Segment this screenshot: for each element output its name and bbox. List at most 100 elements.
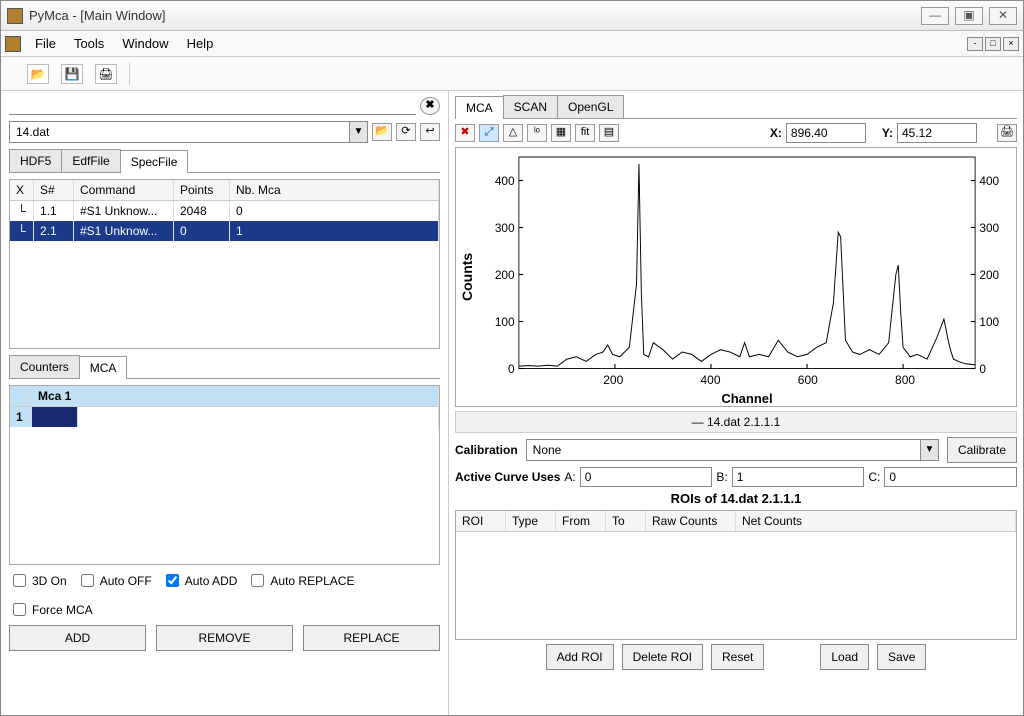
calibration-arrow[interactable]: ▼ [920,440,938,460]
col-nbmca[interactable]: Nb. Mca [230,180,439,200]
svg-text:200: 200 [495,268,515,282]
check-3d[interactable]: 3D On [9,571,67,590]
mca-table: Mca 1 1 [9,385,440,565]
table-row[interactable]: └ 1.1 #S1 Unknow... 2048 0 [10,201,439,221]
plot-toolbar: ✖ ⤢ △ ˡᵒ ▦ fit ▤ X: 896.40 Y: 45.12 🖨 [455,123,1017,143]
refresh-button[interactable]: ⟳ [396,123,416,141]
left-pane: ✖ 14.dat ▼ 📂 ⟳ ↩ HDF5 EdfFile SpecFile X [1,91,449,715]
tab-mca[interactable]: MCA [79,356,128,379]
file-row: 14.dat ▼ 📂 ⟳ ↩ [9,121,440,143]
tab-specfile[interactable]: SpecFile [120,150,189,173]
svg-text:400: 400 [979,174,999,188]
check-forcemca[interactable]: Force MCA [9,600,93,619]
coef-c[interactable]: 0 [884,467,1017,487]
col-command[interactable]: Command [74,180,174,200]
menu-file[interactable]: File [27,32,64,55]
check-autoadd[interactable]: Auto ADD [162,571,238,590]
zoom-icon[interactable]: ⤢ [479,124,499,142]
options-row: 3D On Auto OFF Auto ADD Auto REPLACE For… [9,571,440,619]
remove-file-button[interactable]: ↩ [420,123,440,141]
active-curve-label: Active Curve Uses [455,470,560,484]
main-area: ✖ 14.dat ▼ 📂 ⟳ ↩ HDF5 EdfFile SpecFile X [1,91,1023,715]
mdi-close-button[interactable]: × [1003,37,1019,51]
coef-a[interactable]: 0 [580,467,713,487]
coef-b[interactable]: 1 [732,467,865,487]
roi-col-raw[interactable]: Raw Counts [646,511,736,531]
counter-tabs: Counters MCA [9,355,440,379]
mca-header[interactable]: Mca 1 [32,386,439,406]
roi-col-type[interactable]: Type [506,511,556,531]
active-curve-row: Active Curve Uses A: 0 B: 1 C: 0 [455,467,1017,487]
maximize-button[interactable]: ▣ [955,7,983,25]
right-pane: MCA SCAN OpenGL ✖ ⤢ △ ˡᵒ ▦ fit ▤ X: 896.… [449,91,1023,715]
tab-scan-plot[interactable]: SCAN [503,95,558,118]
tab-opengl[interactable]: OpenGL [557,95,624,118]
save-roi-button[interactable]: Save [877,644,926,670]
reset-zoom-icon[interactable]: ✖ [455,124,475,142]
log-icon[interactable]: ˡᵒ [527,124,547,142]
replace-button[interactable]: REPLACE [303,625,440,651]
check-autooff[interactable]: Auto OFF [77,571,152,590]
mdi-minimize-button[interactable]: - [967,37,983,51]
tab-mca-plot[interactable]: MCA [455,96,504,119]
roi-col-from[interactable]: From [556,511,606,531]
check-autoreplace[interactable]: Auto REPLACE [247,571,354,590]
save-icon[interactable]: 💾 [61,64,83,84]
roi-title: ROIs of 14.dat 2.1.1.1 [455,491,1017,506]
menubar: File Tools Window Help - □ × [1,31,1023,57]
menu-help[interactable]: Help [179,32,222,55]
roi-col-net[interactable]: Net Counts [736,511,1016,531]
tab-counters[interactable]: Counters [9,355,80,378]
table-row[interactable]: 1 [10,407,439,427]
y-label: Y: [882,126,893,140]
toolbar: 📂 💾 🖨 [1,57,1023,91]
fit-icon[interactable]: fit [575,124,595,142]
remove-button[interactable]: REMOVE [156,625,293,651]
roi-table: ROI Type From To Raw Counts Net Counts [455,510,1017,640]
energy-icon[interactable]: ▤ [599,124,619,142]
file-select-label[interactable]: 14.dat [10,125,349,139]
browse-file-button[interactable]: 📂 [372,123,392,141]
close-button[interactable]: ✕ [989,7,1017,25]
source-path-input[interactable] [9,97,416,115]
calibrate-button[interactable]: Calibrate [947,437,1017,463]
clear-source-button[interactable]: ✖ [420,97,440,115]
open-icon[interactable]: 📂 [27,64,49,84]
menu-tools[interactable]: Tools [66,32,112,55]
xaxis-label: Channel [478,391,1016,406]
mdi-restore-button[interactable]: □ [985,37,1001,51]
app-icon [7,8,23,24]
roi-button-row: Add ROI Delete ROI Reset Load Save [455,644,1017,670]
roi-col-to[interactable]: To [606,511,646,531]
y-field: 45.12 [897,123,977,143]
calibration-row: Calibration None ▼ Calibrate [455,437,1017,463]
minimize-button[interactable]: — [921,7,949,25]
calibration-label: Calibration [455,443,518,457]
doc-icon [5,36,21,52]
svg-text:100: 100 [495,315,515,329]
reset-roi-button[interactable]: Reset [711,644,764,670]
menu-window[interactable]: Window [114,32,176,55]
roi-col-roi[interactable]: ROI [456,511,506,531]
delete-roi-button[interactable]: Delete ROI [622,644,703,670]
tab-hdf5[interactable]: HDF5 [9,149,62,172]
grid-icon[interactable]: ▦ [551,124,571,142]
pan-icon[interactable]: △ [503,124,523,142]
load-roi-button[interactable]: Load [820,644,869,670]
file-select-arrow[interactable]: ▼ [349,122,367,142]
x-field: 896.40 [786,123,866,143]
print-icon[interactable]: 🖨 [95,64,117,84]
print-plot-icon[interactable]: 🖨 [997,124,1017,142]
col-snum[interactable]: S# [34,180,74,200]
main-window: PyMca - [Main Window] — ▣ ✕ File Tools W… [0,0,1024,716]
calibration-value[interactable]: None [527,443,920,457]
add-button[interactable]: ADD [9,625,146,651]
col-points[interactable]: Points [174,180,230,200]
svg-text:400: 400 [495,174,515,188]
table-row[interactable]: └ 2.1 #S1 Unknow... 0 1 [10,221,439,241]
tab-edffile[interactable]: EdfFile [61,149,120,172]
add-roi-button[interactable]: Add ROI [546,644,614,670]
spectrum-plot[interactable]: Counts 00100100200200300300400400 200400… [455,147,1017,407]
source-line: ✖ [9,97,440,115]
col-x[interactable]: X [10,180,34,200]
